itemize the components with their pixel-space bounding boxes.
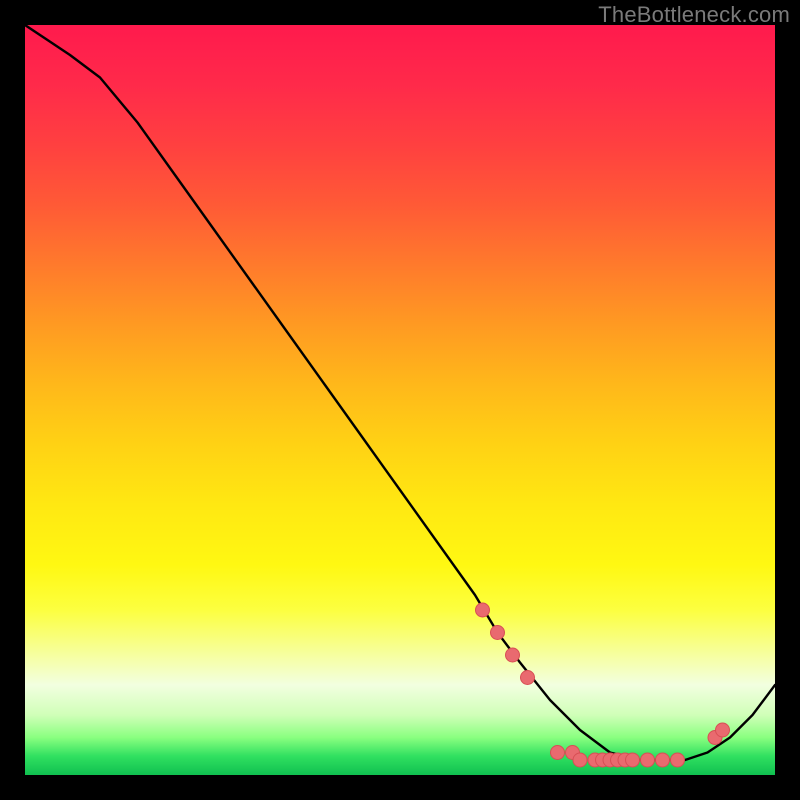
curve-svg (25, 25, 775, 775)
marker-dot (551, 746, 565, 760)
marker-group (476, 603, 730, 767)
marker-dot (641, 753, 655, 767)
marker-dot (506, 648, 520, 662)
watermark-text: TheBottleneck.com (598, 2, 790, 28)
marker-dot (521, 671, 535, 685)
marker-dot (716, 723, 730, 737)
marker-dot (573, 753, 587, 767)
marker-dot (491, 626, 505, 640)
marker-dot (476, 603, 490, 617)
marker-dot (626, 753, 640, 767)
chart-frame: TheBottleneck.com (0, 0, 800, 800)
bottleneck-curve (25, 25, 775, 760)
marker-dot (656, 753, 670, 767)
plot-area (25, 25, 775, 775)
marker-dot (671, 753, 685, 767)
